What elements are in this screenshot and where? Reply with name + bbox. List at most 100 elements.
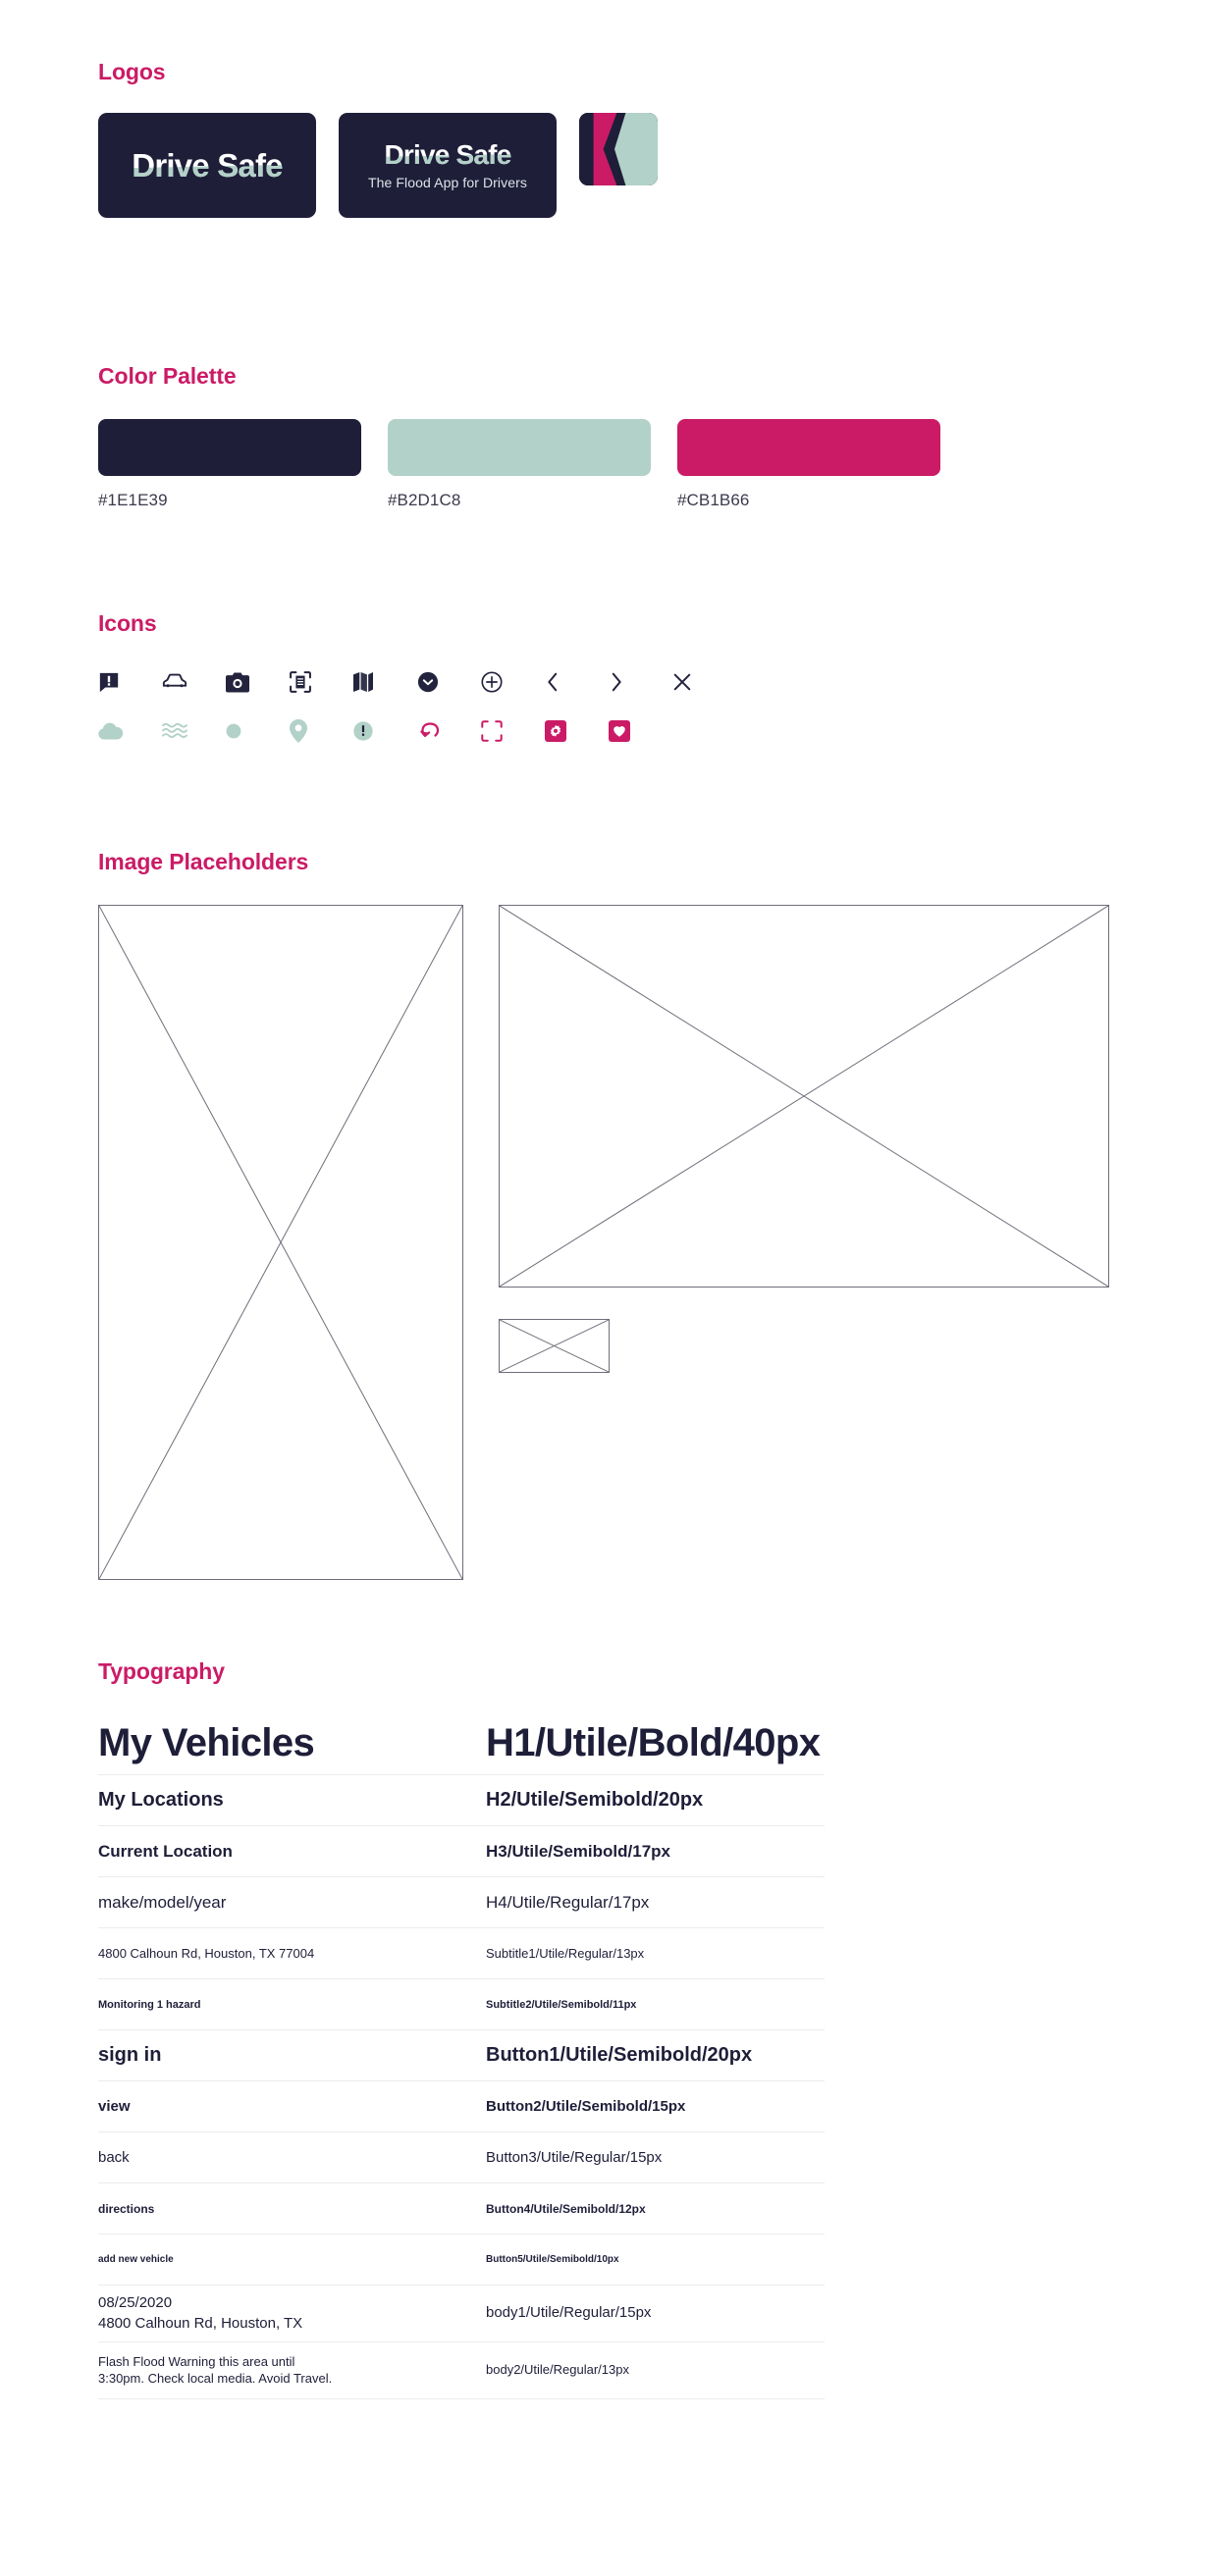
settings-gear-icon[interactable]	[545, 715, 609, 747]
logo-with-tagline[interactable]: Drive Safe Drive Safe The Flood App for …	[339, 113, 557, 218]
type-sample: Monitoring 1 hazard	[98, 1998, 201, 2011]
type-sample: My Vehicles	[98, 1721, 315, 1764]
type-sample: 08/25/2020 4800 Calhoun Rd, Houston, TX	[98, 2294, 303, 2332]
logo-app-mark[interactable]	[579, 113, 658, 185]
logo-row: Drive Safe Drive Safe Drive Safe Drive S…	[0, 113, 1227, 218]
table-row: 4800 Calhoun Rd, Houston, TX 77004 Subti…	[98, 1928, 825, 1979]
type-sample: make/model/year	[98, 1892, 227, 1912]
alert-circle-icon[interactable]	[353, 715, 417, 747]
table-row: Monitoring 1 hazard Subtitle2/Utile/Semi…	[98, 1979, 825, 2030]
type-spec: Button5/Utile/Semibold/10px	[486, 2254, 619, 2265]
type-spec: H3/Utile/Semibold/17px	[486, 1841, 670, 1861]
swatch-hex-label: #1E1E39	[98, 491, 168, 509]
close-icon[interactable]	[672, 666, 736, 698]
chevron-down-circle-icon[interactable]	[417, 666, 481, 698]
type-spec: H2/Utile/Semibold/20px	[486, 1789, 704, 1811]
image-placeholders-section: Image Placeholders	[0, 849, 1227, 1631]
color-palette-section: Color Palette #1E1E39 #B2D1C8 #CB1B66	[0, 363, 1227, 510]
swatch-chip-mint[interactable]	[388, 419, 651, 476]
type-spec: Subtitle1/Utile/Regular/13px	[486, 1946, 645, 1961]
type-sample: add new vehicle	[98, 2254, 174, 2265]
style-guide-page: Logos Drive Safe Drive Safe Drive Safe D…	[0, 0, 1227, 2576]
swatch-chip-navy[interactable]	[98, 419, 361, 476]
table-row: directions Button4/Utile/Semibold/12px	[98, 2183, 825, 2234]
heart-icon[interactable]	[609, 715, 672, 747]
camera-icon[interactable]	[226, 666, 290, 698]
section-title-logos: Logos	[98, 59, 166, 84]
app-mark-mint-wave	[614, 113, 658, 185]
type-sample: Current Location	[98, 1841, 233, 1861]
icons-section: Icons	[0, 610, 1227, 747]
typography-section: Typography My Vehicles H1/Utile/Bold/40p…	[0, 1658, 1227, 2399]
type-sample: 4800 Calhoun Rd, Houston, TX 77004	[98, 1946, 315, 1961]
type-spec: Button3/Utile/Regular/15px	[486, 2149, 663, 2166]
logo-primary[interactable]: Drive Safe Drive Safe	[98, 113, 316, 218]
chevron-left-icon[interactable]	[545, 666, 609, 698]
swatch-row: #1E1E39 #B2D1C8 #CB1B66	[0, 419, 1227, 510]
table-row: 08/25/2020 4800 Calhoun Rd, Houston, TX …	[98, 2286, 825, 2342]
type-spec: body1/Utile/Regular/15px	[486, 2304, 652, 2322]
map-icon[interactable]	[353, 666, 417, 698]
type-sample: My Locations	[98, 1789, 224, 1811]
app-mark-icon	[579, 113, 658, 185]
table-row: Flash Flood Warning this area until 3:30…	[98, 2342, 825, 2399]
section-title-typography: Typography	[98, 1658, 225, 1684]
table-row: add new vehicle Button5/Utile/Semibold/1…	[98, 2234, 825, 2286]
logo-wordmark: Drive Safe Drive Safe	[132, 147, 283, 184]
cloud-icon[interactable]	[98, 715, 162, 747]
table-row: Current Location H3/Utile/Semibold/17px	[98, 1826, 825, 1877]
type-sample: Flash Flood Warning this area until 3:30…	[98, 2353, 333, 2386]
table-row: My Vehicles H1/Utile/Bold/40px	[98, 1712, 825, 1775]
type-sample: view	[98, 2098, 131, 2115]
swatch-item: #CB1B66	[677, 419, 940, 510]
type-spec: Button2/Utile/Semibold/15px	[486, 2098, 686, 2115]
dot-icon[interactable]	[226, 715, 290, 747]
logo-wordmark-text: Drive Safe	[384, 138, 512, 170]
table-row: view Button2/Utile/Semibold/15px	[98, 2081, 825, 2132]
type-spec: Button1/Utile/Semibold/20px	[486, 2044, 753, 2066]
swatch-hex-label: #B2D1C8	[388, 491, 461, 509]
swatch-item: #1E1E39	[98, 419, 361, 510]
car-icon[interactable]	[162, 666, 226, 698]
logo-wordmark-text: Drive Safe	[132, 147, 283, 184]
placeholder-diagonals	[500, 906, 1108, 1287]
scan-corners-icon[interactable]	[481, 715, 545, 747]
type-spec: H4/Utile/Regular/17px	[486, 1892, 650, 1912]
wide-landscape-placeholder[interactable]	[499, 905, 1109, 1288]
scan-document-icon[interactable]	[290, 666, 353, 698]
placeholder-diagonals	[99, 906, 462, 1579]
reroute-arrow-icon[interactable]	[417, 715, 481, 747]
logo-wordmark: Drive Safe Drive Safe	[384, 138, 512, 170]
type-spec: Subtitle2/Utile/Semibold/11px	[486, 1998, 637, 2011]
typography-table: My Vehicles H1/Utile/Bold/40px My Locati…	[0, 1712, 825, 2399]
waves-icon[interactable]	[162, 715, 226, 747]
chevron-right-icon[interactable]	[609, 666, 672, 698]
alert-message-icon[interactable]	[98, 666, 162, 698]
icon-row-navy	[0, 666, 1227, 698]
placeholder-diagonals	[500, 1320, 609, 1372]
section-title-placeholders: Image Placeholders	[98, 849, 309, 874]
logos-section: Logos Drive Safe Drive Safe Drive Safe D…	[0, 59, 1227, 218]
section-title-icons: Icons	[98, 610, 157, 636]
small-thumbnail-placeholder[interactable]	[499, 1319, 610, 1373]
icon-row-accent	[0, 715, 1227, 747]
plus-circle-icon[interactable]	[481, 666, 545, 698]
swatch-chip-pink[interactable]	[677, 419, 940, 476]
type-sample: sign in	[98, 2044, 162, 2066]
swatch-item: #B2D1C8	[388, 419, 651, 510]
swatch-hex-label: #CB1B66	[677, 491, 750, 509]
type-sample: directions	[98, 2201, 155, 2216]
type-sample: back	[98, 2149, 130, 2166]
type-spec: Button4/Utile/Semibold/12px	[486, 2201, 646, 2216]
table-row: My Locations H2/Utile/Semibold/20px	[98, 1775, 825, 1826]
type-spec: H1/Utile/Bold/40px	[486, 1721, 821, 1764]
map-pin-icon[interactable]	[290, 715, 353, 747]
section-title-palette: Color Palette	[98, 363, 237, 389]
placeholder-group	[0, 905, 1227, 1631]
table-row: back Button3/Utile/Regular/15px	[98, 2132, 825, 2183]
type-spec: body2/Utile/Regular/13px	[486, 2362, 629, 2378]
logo-tagline: The Flood App for Drivers	[367, 174, 527, 190]
tall-portrait-placeholder[interactable]	[98, 905, 463, 1580]
table-row: sign in Button1/Utile/Semibold/20px	[98, 2030, 825, 2081]
table-row: make/model/year H4/Utile/Regular/17px	[98, 1877, 825, 1928]
